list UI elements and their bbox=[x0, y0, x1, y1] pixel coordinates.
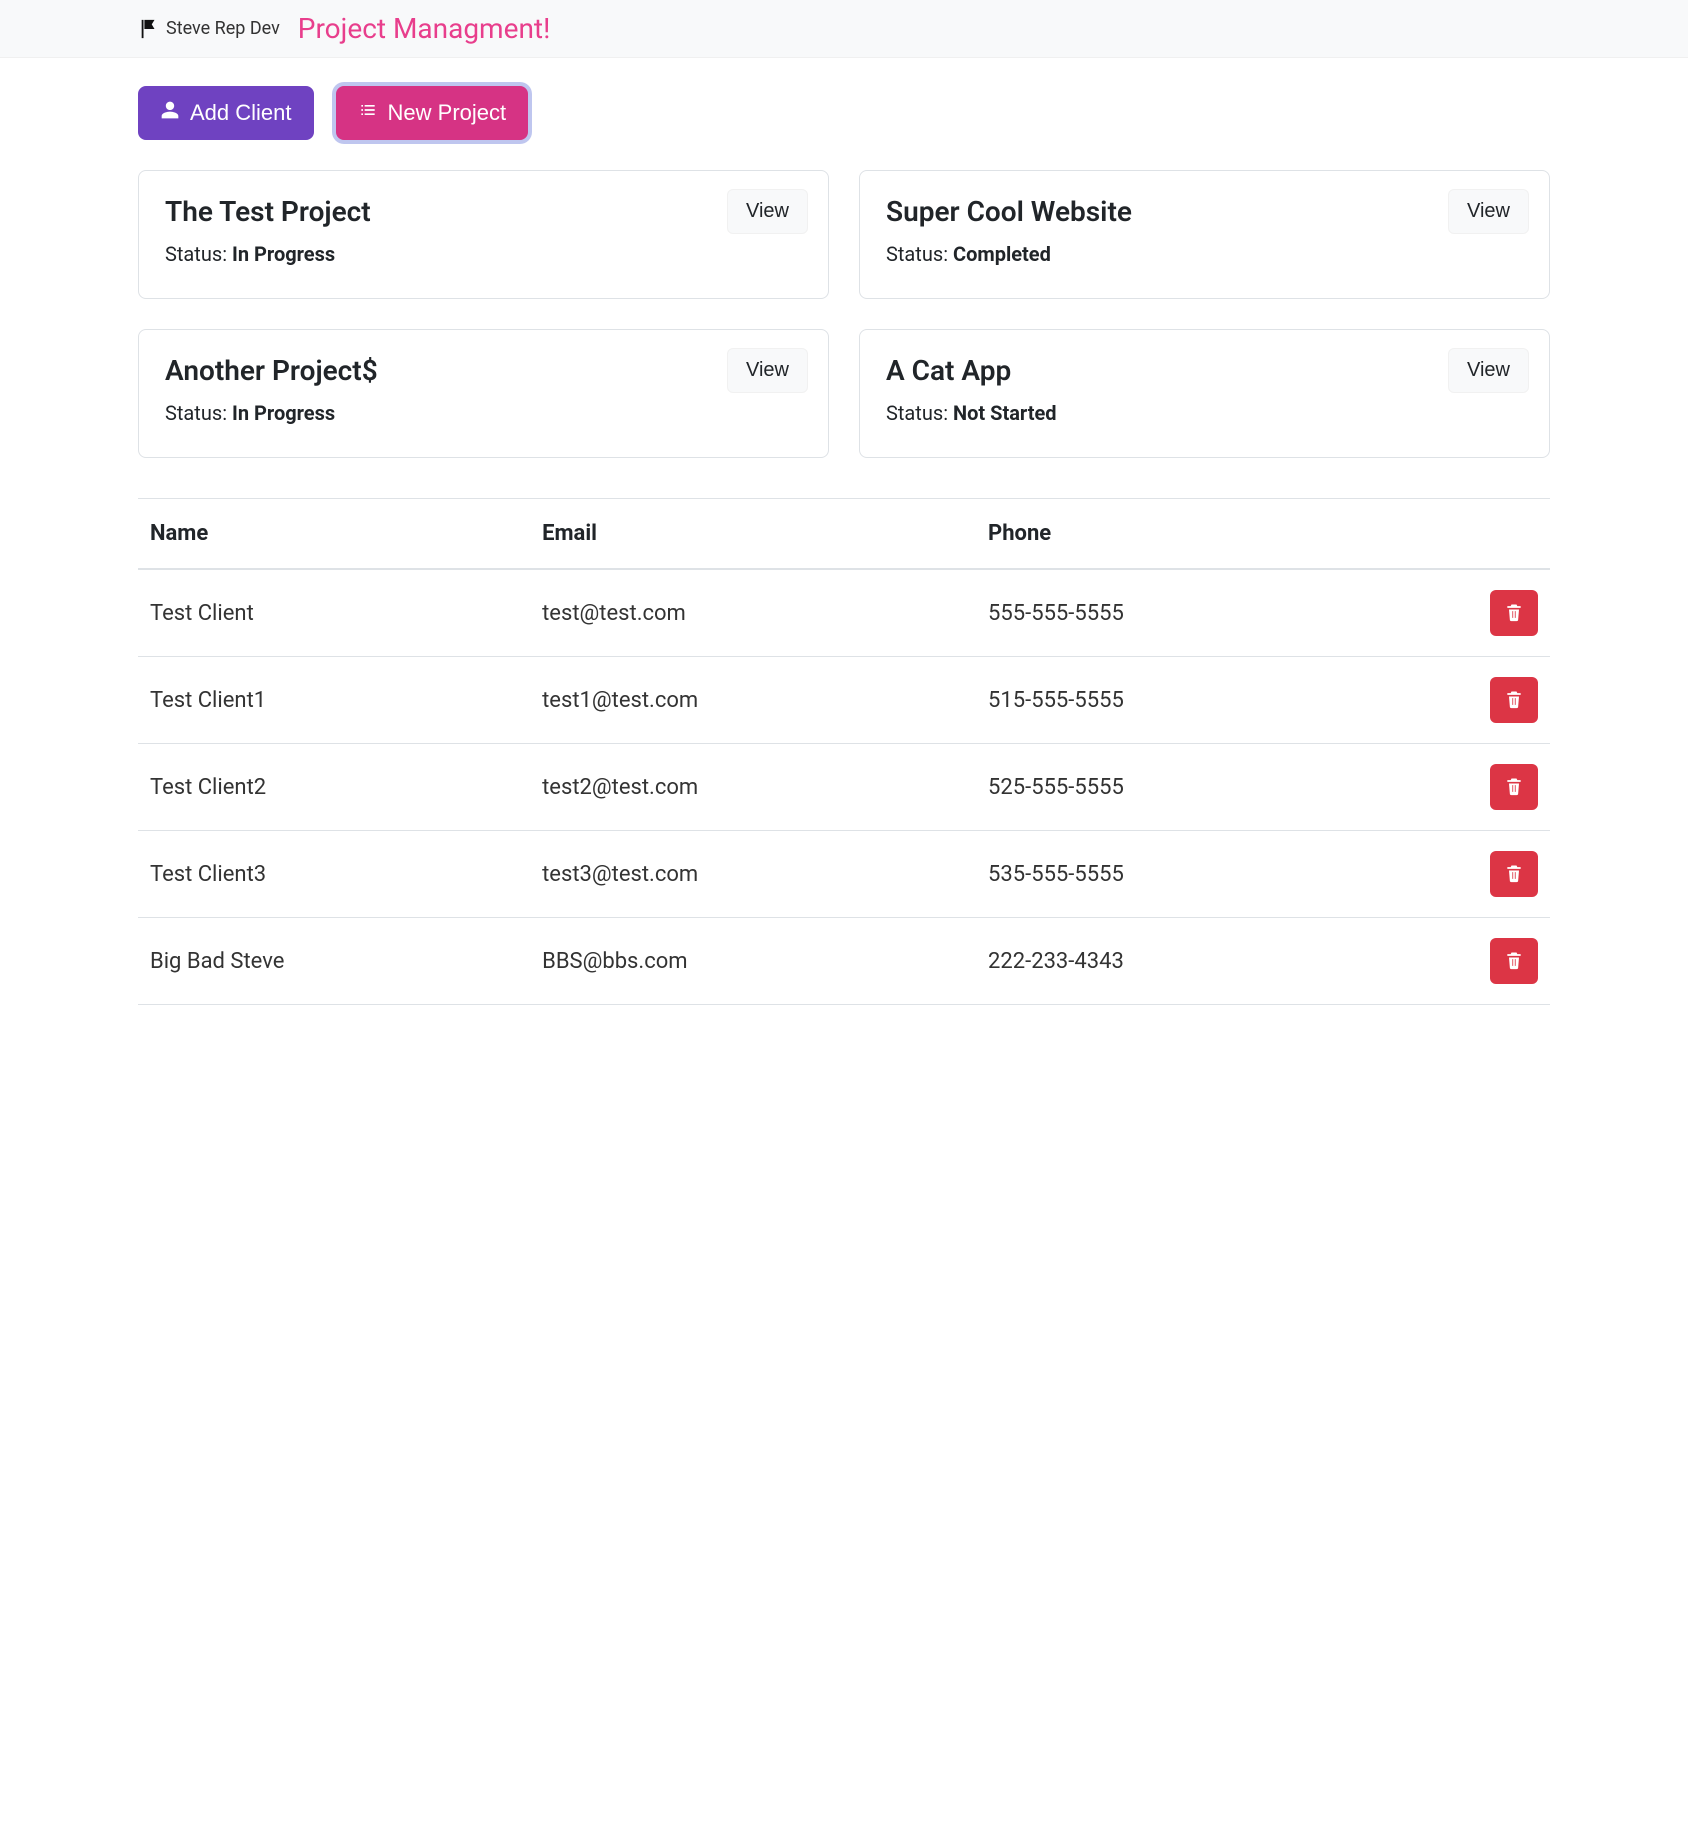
clients-table-wrap: Name Email Phone Test Clienttest@test.co… bbox=[138, 498, 1550, 1005]
col-actions bbox=[1372, 499, 1550, 569]
view-project-button[interactable]: View bbox=[1448, 189, 1529, 234]
status-value: In Progress bbox=[232, 242, 335, 266]
client-email: test@test.com bbox=[530, 569, 976, 657]
table-row: Test Clienttest@test.com555-555-5555 bbox=[138, 569, 1550, 657]
brand-title[interactable]: Project Managment! bbox=[298, 12, 551, 45]
delete-client-button[interactable] bbox=[1490, 677, 1538, 723]
delete-client-button[interactable] bbox=[1490, 938, 1538, 984]
client-actions bbox=[1372, 569, 1550, 657]
client-actions bbox=[1372, 744, 1550, 831]
project-status: Status: Completed bbox=[886, 242, 1523, 266]
client-email: test2@test.com bbox=[530, 744, 976, 831]
new-project-label: New Project bbox=[388, 100, 507, 126]
brand-text: Steve Rep Dev bbox=[166, 18, 280, 39]
client-name: Test Client bbox=[138, 569, 530, 657]
status-value: Not Started bbox=[953, 401, 1057, 425]
trash-icon bbox=[1504, 862, 1524, 887]
client-actions bbox=[1372, 657, 1550, 744]
project-card: Super Cool Website Status: Completed View bbox=[859, 170, 1550, 299]
trash-icon bbox=[1504, 688, 1524, 713]
table-row: Test Client3test3@test.com535-555-5555 bbox=[138, 831, 1550, 918]
project-title: Another Project$ bbox=[165, 354, 802, 387]
delete-client-button[interactable] bbox=[1490, 590, 1538, 636]
client-name: Test Client3 bbox=[138, 831, 530, 918]
client-actions bbox=[1372, 918, 1550, 1005]
list-icon bbox=[358, 100, 378, 126]
navbar: Steve Rep Dev Project Managment! bbox=[0, 0, 1688, 58]
client-name: Big Bad Steve bbox=[138, 918, 530, 1005]
status-label: Status: bbox=[165, 242, 232, 266]
col-name: Name bbox=[138, 499, 530, 569]
col-phone: Phone bbox=[976, 499, 1372, 569]
project-status: Status: In Progress bbox=[165, 242, 802, 266]
status-label: Status: bbox=[886, 401, 953, 425]
client-name: Test Client1 bbox=[138, 657, 530, 744]
table-row: Test Client1test1@test.com515-555-5555 bbox=[138, 657, 1550, 744]
client-email: test1@test.com bbox=[530, 657, 976, 744]
col-email: Email bbox=[530, 499, 976, 569]
project-card: The Test Project Status: In Progress View bbox=[138, 170, 829, 299]
view-project-button[interactable]: View bbox=[727, 189, 808, 234]
status-value: In Progress bbox=[232, 401, 335, 425]
add-client-button[interactable]: Add Client bbox=[138, 86, 314, 140]
client-phone: 535-555-5555 bbox=[976, 831, 1372, 918]
project-status: Status: In Progress bbox=[165, 401, 802, 425]
add-client-label: Add Client bbox=[190, 100, 292, 126]
delete-client-button[interactable] bbox=[1490, 851, 1538, 897]
view-project-button[interactable]: View bbox=[727, 348, 808, 393]
view-project-button[interactable]: View bbox=[1448, 348, 1529, 393]
clients-table: Name Email Phone Test Clienttest@test.co… bbox=[138, 499, 1550, 1005]
client-actions bbox=[1372, 831, 1550, 918]
brand-link[interactable]: Steve Rep Dev bbox=[138, 18, 280, 40]
new-project-button[interactable]: New Project bbox=[336, 86, 529, 140]
project-title: The Test Project bbox=[165, 195, 802, 228]
client-phone: 525-555-5555 bbox=[976, 744, 1372, 831]
user-icon bbox=[160, 100, 180, 126]
delete-client-button[interactable] bbox=[1490, 764, 1538, 810]
action-bar: Add Client New Project bbox=[138, 86, 1550, 140]
flag-icon bbox=[138, 18, 160, 40]
status-label: Status: bbox=[165, 401, 232, 425]
client-email: BBS@bbs.com bbox=[530, 918, 976, 1005]
project-title: A Cat App bbox=[886, 354, 1523, 387]
project-card: A Cat App Status: Not Started View bbox=[859, 329, 1550, 458]
status-value: Completed bbox=[953, 242, 1051, 266]
client-phone: 555-555-5555 bbox=[976, 569, 1372, 657]
trash-icon bbox=[1504, 949, 1524, 974]
client-name: Test Client2 bbox=[138, 744, 530, 831]
project-title: Super Cool Website bbox=[886, 195, 1523, 228]
trash-icon bbox=[1504, 601, 1524, 626]
projects-grid: The Test ProjectStatus: In ProgressViewS… bbox=[138, 170, 1550, 458]
table-row: Test Client2test2@test.com525-555-5555 bbox=[138, 744, 1550, 831]
table-row: Big Bad SteveBBS@bbs.com222-233-4343 bbox=[138, 918, 1550, 1005]
trash-icon bbox=[1504, 775, 1524, 800]
client-phone: 222-233-4343 bbox=[976, 918, 1372, 1005]
client-phone: 515-555-5555 bbox=[976, 657, 1372, 744]
client-email: test3@test.com bbox=[530, 831, 976, 918]
status-label: Status: bbox=[886, 242, 953, 266]
project-card: Another Project$ Status: In Progress View bbox=[138, 329, 829, 458]
project-status: Status: Not Started bbox=[886, 401, 1523, 425]
